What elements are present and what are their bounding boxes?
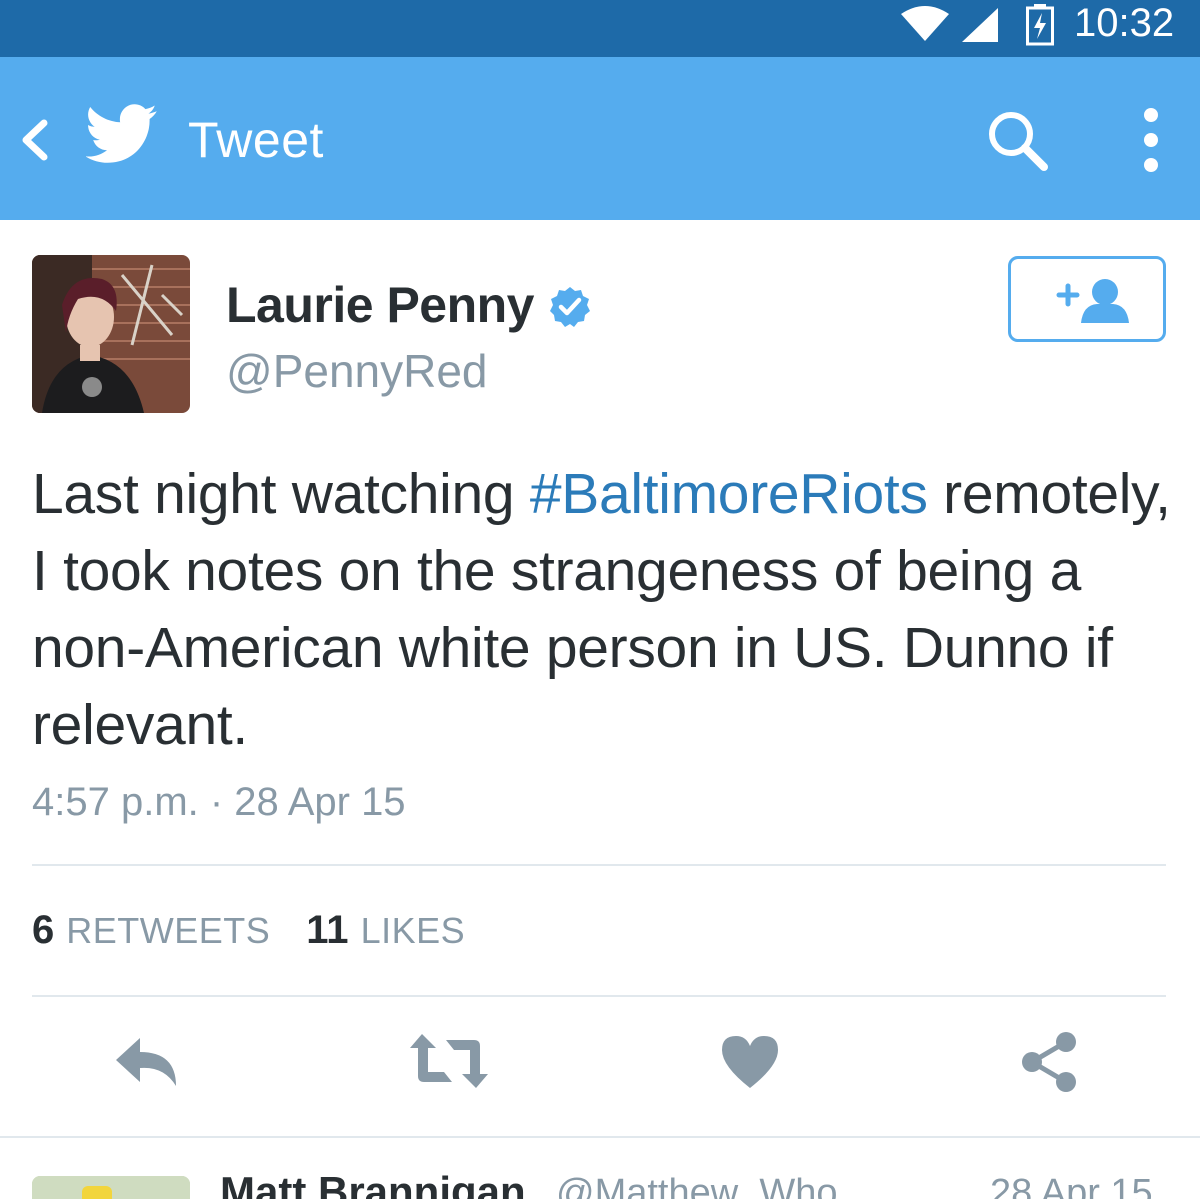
app-bar: Tweet bbox=[0, 57, 1200, 220]
likes-label: LIKES bbox=[360, 910, 466, 951]
wifi-icon bbox=[901, 6, 949, 41]
search-icon[interactable] bbox=[986, 109, 1050, 173]
retweet-icon[interactable] bbox=[408, 1030, 490, 1092]
add-user-icon bbox=[1056, 279, 1129, 323]
reply-author-name[interactable]: Matt Brannigan bbox=[220, 1168, 526, 1199]
likes-count: 11 bbox=[306, 908, 349, 952]
tweet-text: Last night watching #BaltimoreRiots remo… bbox=[32, 456, 1182, 764]
reply-date: 28 Apr 15 bbox=[990, 1172, 1153, 1199]
verified-badge-icon bbox=[550, 287, 590, 327]
battery-charging-icon bbox=[1026, 4, 1054, 46]
page-title: Tweet bbox=[188, 112, 324, 168]
more-vert-icon[interactable] bbox=[1140, 107, 1162, 173]
back-arrow-icon[interactable] bbox=[14, 115, 54, 165]
retweets-count: 6 bbox=[32, 908, 55, 952]
divider bbox=[0, 1136, 1200, 1138]
reply-author-handle[interactable]: @Matthew_Who bbox=[556, 1172, 837, 1199]
author-row: Laurie Penny bbox=[226, 276, 592, 334]
avatar[interactable] bbox=[32, 255, 190, 413]
tweet-text-part: Last night watching bbox=[32, 462, 530, 526]
divider bbox=[32, 864, 1166, 866]
follow-button[interactable] bbox=[1008, 256, 1166, 342]
likes-stat[interactable]: 11 LIKES bbox=[306, 908, 465, 953]
signal-icon bbox=[962, 8, 998, 42]
status-bar: 10:32 bbox=[0, 0, 1200, 57]
tweet-stats: 6 RETWEETS 11 LIKES bbox=[32, 908, 465, 953]
author-name[interactable]: Laurie Penny bbox=[226, 276, 535, 334]
status-clock: 10:32 bbox=[1074, 1, 1175, 45]
retweets-label: RETWEETS bbox=[66, 910, 271, 951]
twitter-bird-icon bbox=[86, 104, 157, 163]
heart-icon[interactable] bbox=[720, 1030, 780, 1092]
reply-icon[interactable] bbox=[112, 1030, 182, 1092]
reply-avatar[interactable] bbox=[32, 1176, 190, 1199]
retweets-stat[interactable]: 6 RETWEETS bbox=[32, 908, 270, 953]
author-handle[interactable]: @PennyRed bbox=[226, 344, 488, 398]
divider bbox=[32, 995, 1166, 997]
share-icon[interactable] bbox=[1020, 1030, 1080, 1092]
hashtag-link[interactable]: #BaltimoreRiots bbox=[530, 462, 928, 526]
tweet-timestamp: 4:57 p.m. · 28 Apr 15 bbox=[32, 780, 406, 824]
